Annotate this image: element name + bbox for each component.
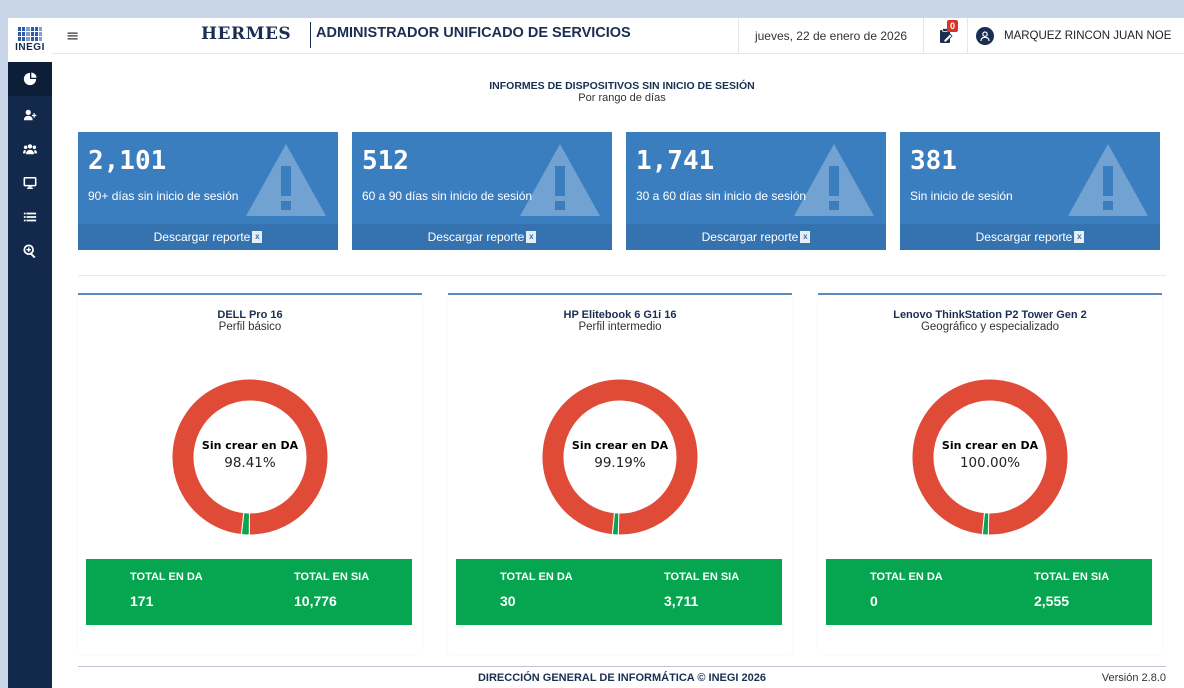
download-report-label: Descargar reporte <box>701 230 799 244</box>
user-name: MARQUEZ RINCON JUAN NOE <box>1004 30 1172 42</box>
section-divider <box>78 275 1166 276</box>
stat-label: 60 a 90 días sin inicio de sesión <box>362 189 533 203</box>
device-chart-card: Lenovo ThinkStation P2 Tower Gen 2 Geogr… <box>818 293 1162 653</box>
warning-icon <box>794 144 874 216</box>
warning-icon <box>246 144 326 216</box>
stat-value: 2,101 <box>88 146 167 176</box>
download-report-link[interactable]: Descargar reporte x <box>900 224 1160 250</box>
chart-title: DELL Pro 16 <box>217 309 283 321</box>
total-da-value: 0 <box>870 593 878 609</box>
footer-copyright: DIRECCIÓN GENERAL DE INFORMÁTICA © INEGI… <box>477 672 767 684</box>
totals-panel: TOTAL EN DA TOTAL EN SIA 30 3,711 <box>456 559 782 625</box>
donut-center-label: Sin crear en DA <box>941 439 1039 452</box>
download-report-link[interactable]: Descargar reporte x <box>78 224 338 250</box>
device-chart-card: DELL Pro 16 Perfil básico Sin crear en D… <box>78 293 422 653</box>
totals-panel: TOTAL EN DA TOTAL EN SIA 171 10,776 <box>86 559 412 625</box>
download-report-label: Descargar reporte <box>975 230 1073 244</box>
total-sia-label: TOTAL EN SIA <box>1034 571 1110 583</box>
top-header: ≡ HERMES ADMINISTRADOR UNIFICADO DE SERV… <box>52 18 1184 54</box>
users-group-icon <box>23 144 37 155</box>
total-da-label: TOTAL EN DA <box>130 571 203 583</box>
stat-label: 90+ días sin inicio de sesión <box>88 189 239 203</box>
stat-card: 512 60 a 90 días sin inicio de sesión De… <box>352 132 612 250</box>
excel-file-icon: x <box>1074 231 1085 243</box>
donut-center-value: 98.41% <box>224 455 276 471</box>
total-sia-label: TOTAL EN SIA <box>664 571 740 583</box>
sidebar-item-add-user[interactable] <box>8 98 52 132</box>
download-report-label: Descargar reporte <box>153 230 251 244</box>
zoom-in-icon <box>23 244 36 258</box>
sidebar-item-list[interactable] <box>8 200 52 234</box>
chart-title: Lenovo ThinkStation P2 Tower Gen 2 <box>893 309 1087 321</box>
notification-badge: 0 <box>947 20 959 32</box>
download-report-link[interactable]: Descargar reporte x <box>352 224 612 250</box>
excel-file-icon: x <box>252 231 263 243</box>
user-avatar-icon <box>976 27 994 45</box>
current-date: jueves, 22 de enero de 2026 <box>738 18 924 54</box>
monitor-icon <box>23 176 37 189</box>
content-inner: INFORMES DE DISPOSITIVOS SIN INICIO DE S… <box>78 54 1166 688</box>
stat-card: 1,741 30 a 60 días sin inicio de sesión … <box>626 132 886 250</box>
chart-subtitle: Perfil básico <box>218 321 282 333</box>
inegi-logo[interactable]: INEGI <box>8 18 52 62</box>
logo-mark <box>18 27 42 41</box>
sidebar: INEGI <box>8 18 52 688</box>
sidebar-item-groups[interactable] <box>8 132 52 166</box>
logo-text: INEGI <box>15 42 45 53</box>
total-da-value: 171 <box>130 593 154 609</box>
brand-name: HERMES <box>201 24 292 44</box>
total-sia-value: 2,555 <box>1034 593 1070 609</box>
hamburger-menu-icon[interactable]: ≡ <box>66 26 79 45</box>
device-chart-card: HP Elitebook 6 G1i 16 Perfil intermedio … <box>448 293 792 653</box>
app-frame: INEGI ≡ HERMES ADMINISTRADOR UNIFICADO D… <box>8 18 1184 688</box>
excel-file-icon: x <box>526 231 537 243</box>
app-subtitle: ADMINISTRADOR UNIFICADO DE SERVICIOS <box>316 25 631 41</box>
stat-value: 1,741 <box>636 146 715 176</box>
stat-label: 30 a 60 días sin inicio de sesión <box>636 189 807 203</box>
warning-icon <box>520 144 600 216</box>
total-sia-value: 3,711 <box>664 593 699 609</box>
download-report-label: Descargar reporte <box>427 230 525 244</box>
totals-panel: TOTAL EN DA TOTAL EN SIA 0 2,555 <box>826 559 1152 625</box>
footer-version: Versión 2.8.0 <box>1101 672 1166 684</box>
user-menu[interactable]: MARQUEZ RINCON JUAN NOE <box>976 18 1171 54</box>
stat-card: 2,101 90+ días sin inicio de sesión Desc… <box>78 132 338 250</box>
footer-divider <box>78 666 1166 667</box>
stat-card: 381 Sin inicio de sesión Descargar repor… <box>900 132 1160 250</box>
chart-title: HP Elitebook 6 G1i 16 <box>563 309 677 321</box>
excel-file-icon: x <box>800 231 811 243</box>
total-sia-label: TOTAL EN SIA <box>294 571 370 583</box>
stat-value: 381 <box>910 146 957 176</box>
notifications-button[interactable]: 0 <box>924 18 968 54</box>
sidebar-item-devices[interactable] <box>8 166 52 200</box>
chart-subtitle: Geográfico y especializado <box>920 321 1060 333</box>
list-icon <box>23 212 37 222</box>
chart-subtitle: Perfil intermedio <box>578 321 662 333</box>
warning-icon <box>1068 144 1148 216</box>
donut-center-label: Sin crear en DA <box>201 439 299 452</box>
donut-center-value: 99.19% <box>594 455 646 471</box>
sidebar-item-reports[interactable] <box>8 62 52 96</box>
user-add-icon <box>23 109 37 121</box>
page-subtitle: Por rango de días <box>578 92 666 104</box>
total-sia-value: 10,776 <box>294 593 337 609</box>
main-content: INFORMES DE DISPOSITIVOS SIN INICIO DE S… <box>52 54 1184 688</box>
stat-label: Sin inicio de sesión <box>910 189 1013 203</box>
donut-center-label: Sin crear en DA <box>571 439 669 452</box>
page-title: INFORMES DE DISPOSITIVOS SIN INICIO DE S… <box>489 80 755 92</box>
total-da-label: TOTAL EN DA <box>500 571 573 583</box>
browser-top-strip <box>0 0 1184 18</box>
download-report-link[interactable]: Descargar reporte x <box>626 224 886 250</box>
total-da-value: 30 <box>500 593 516 609</box>
stat-value: 512 <box>362 146 409 176</box>
donut-center-value: 100.00% <box>959 455 1021 471</box>
total-da-label: TOTAL EN DA <box>870 571 943 583</box>
sidebar-item-search[interactable] <box>8 234 52 268</box>
pie-chart-icon <box>23 72 37 86</box>
brand-separator <box>310 22 311 48</box>
